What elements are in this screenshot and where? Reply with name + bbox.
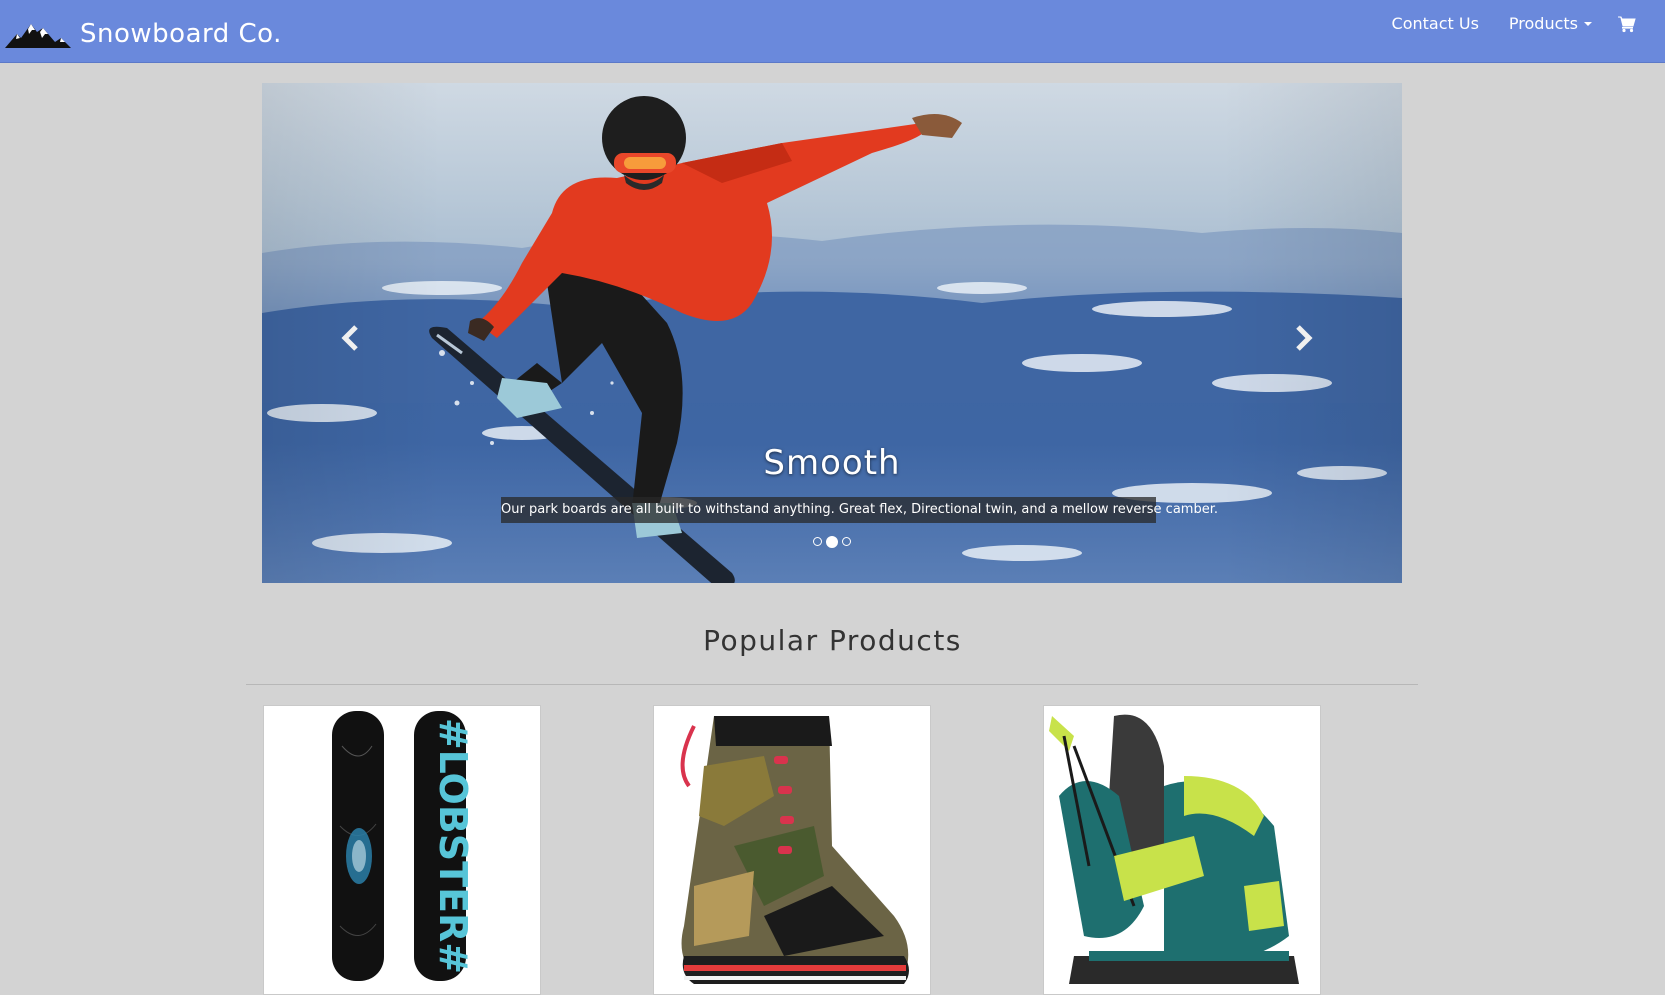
- hero-carousel: Smooth Our park boards are all built to …: [262, 83, 1402, 583]
- navbar: Snowboard Co. Contact Us Products: [0, 0, 1665, 63]
- svg-text:#LOBSTER#: #LOBSTER#: [431, 718, 475, 974]
- mountain-logo-icon: [5, 24, 71, 48]
- section-divider: [246, 684, 1418, 685]
- carousel-indicator-3[interactable]: [842, 537, 851, 546]
- snowboard-image: #LOBSTER#: [332, 711, 475, 981]
- carousel-indicators: [262, 536, 1402, 548]
- brand-link[interactable]: Snowboard Co.: [5, 14, 282, 54]
- product-card-snowboard[interactable]: #LOBSTER#: [263, 705, 541, 995]
- caret-down-icon: [1584, 22, 1592, 26]
- carousel-indicator-1[interactable]: [813, 537, 822, 546]
- product-card-boot[interactable]: [653, 705, 931, 995]
- brand-name: Snowboard Co.: [80, 19, 282, 49]
- slide-description: Our park boards are all built to withsta…: [501, 497, 1218, 523]
- nav-products-dropdown[interactable]: Products: [1509, 14, 1592, 33]
- slide-title: Smooth: [763, 443, 901, 483]
- snowboard-binding-image: [1049, 714, 1299, 984]
- chevron-right-icon[interactable]: [1287, 323, 1317, 353]
- popular-products-heading: Popular Products: [703, 624, 962, 657]
- snowboard-boot-image: [680, 716, 909, 984]
- nav-menu: Contact Us Products: [1392, 0, 1665, 46]
- carousel-indicator-2[interactable]: [826, 536, 838, 548]
- nav-products-label: Products: [1508, 13, 1578, 33]
- nav-contact-link[interactable]: Contact Us: [1392, 14, 1479, 33]
- chevron-left-icon[interactable]: [337, 323, 367, 353]
- product-card-binding[interactable]: [1043, 705, 1321, 995]
- shopping-cart-icon[interactable]: [1618, 15, 1636, 33]
